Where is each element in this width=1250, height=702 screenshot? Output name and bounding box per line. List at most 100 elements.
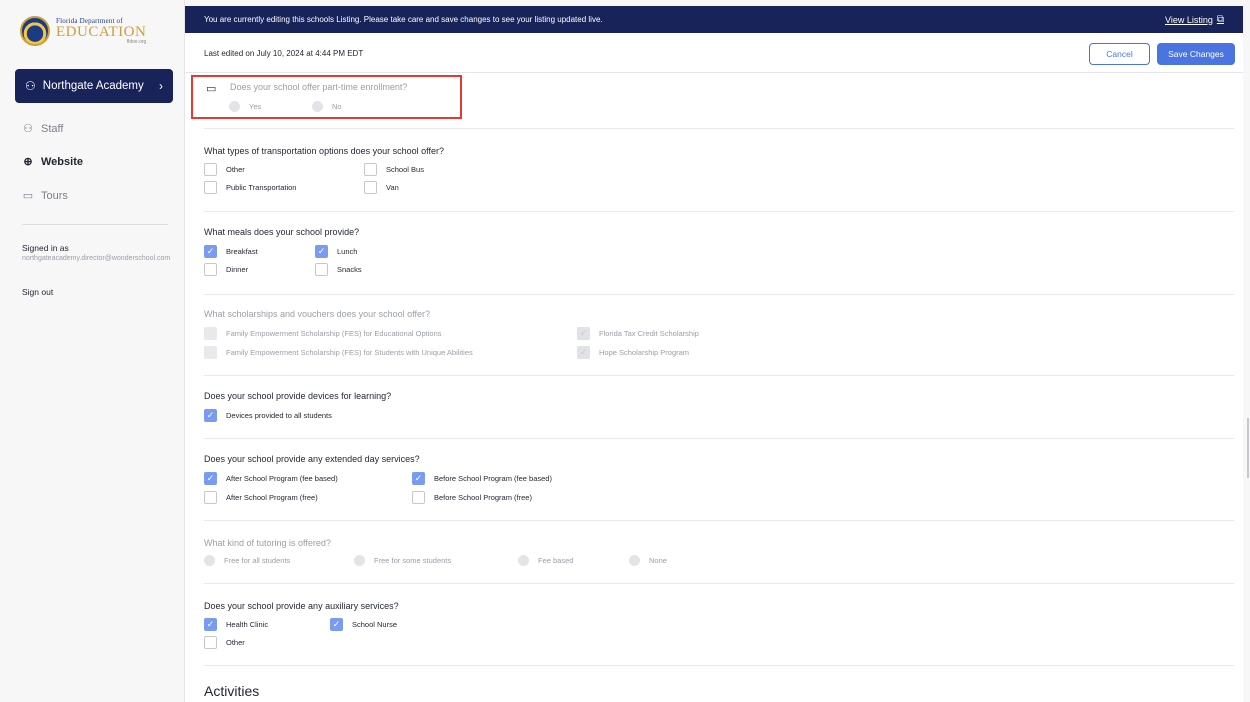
checkbox-option[interactable]: Family Empowerment Scholarship (FES) for… bbox=[204, 346, 473, 359]
checkbox[interactable]: ✓ bbox=[577, 327, 590, 340]
question-label: What meals does your school provide? bbox=[204, 227, 360, 237]
checkbox[interactable] bbox=[204, 181, 217, 194]
checkbox-option[interactable]: ✓ Florida Tax Credit Scholarship bbox=[577, 327, 699, 340]
option-label: None bbox=[649, 556, 667, 565]
sidebar-item-staff[interactable]: ⚇ Staff bbox=[22, 122, 64, 136]
checkbox[interactable]: ✓ bbox=[204, 409, 217, 422]
meals-section: What meals does your school provide? ✓ B… bbox=[204, 227, 1234, 276]
divider bbox=[204, 520, 1234, 521]
banner-message: You are currently editing this schools L… bbox=[204, 15, 603, 24]
checkbox[interactable]: ✓ bbox=[412, 472, 425, 485]
checkbox[interactable] bbox=[204, 263, 217, 276]
external-link-icon: ⧉ bbox=[1216, 14, 1224, 25]
option-label: School Bus bbox=[386, 165, 424, 174]
extended-day-section: Does your school provide any extended da… bbox=[204, 454, 1234, 504]
chevron-right-icon: › bbox=[159, 79, 163, 93]
checkbox[interactable] bbox=[204, 636, 217, 649]
radio-option[interactable]: Free for some students bbox=[354, 555, 451, 566]
checkbox-option[interactable]: ✓ After School Program (fee based) bbox=[204, 472, 338, 485]
checkbox[interactable] bbox=[412, 491, 425, 504]
checkbox-option[interactable]: Public Transportation bbox=[204, 181, 296, 194]
radio-button[interactable] bbox=[204, 555, 215, 566]
sidebar-item-label: Tours bbox=[41, 189, 68, 202]
checkbox-option[interactable]: ✓ School Nurse bbox=[330, 618, 397, 631]
checkbox-option[interactable]: ✓ Health Clinic bbox=[204, 618, 268, 631]
edit-bar: Last edited on July 10, 2024 at 4:44 PM … bbox=[185, 33, 1243, 73]
checkbox[interactable] bbox=[364, 181, 377, 194]
checkbox[interactable]: ✓ bbox=[204, 245, 217, 258]
save-changes-button[interactable]: Save Changes bbox=[1157, 43, 1235, 65]
option-label: Before School Program (fee based) bbox=[434, 474, 552, 483]
checkbox-option[interactable]: ✓ Devices provided to all students bbox=[204, 409, 332, 422]
cancel-button[interactable]: Cancel bbox=[1089, 43, 1150, 65]
school-name: Northgate Academy bbox=[42, 80, 144, 92]
option-label: Dinner bbox=[226, 265, 249, 274]
option-label: Health Clinic bbox=[226, 620, 269, 629]
question-label: Does your school provide devices for lea… bbox=[204, 391, 392, 401]
option-label: Devices provided to all students bbox=[226, 411, 332, 420]
checkbox[interactable] bbox=[204, 327, 217, 340]
checkbox[interactable]: ✓ bbox=[577, 346, 590, 359]
checkbox-option[interactable]: ✓ Before School Program (fee based) bbox=[412, 472, 552, 485]
radio-option[interactable]: Free for all students bbox=[204, 555, 290, 566]
option-label: Free for all students bbox=[224, 556, 291, 565]
option-label: Free for some students bbox=[374, 556, 452, 565]
checkbox-option[interactable]: ✓ Breakfast bbox=[204, 245, 258, 258]
user-icon: ⚇ bbox=[25, 79, 36, 93]
option-label: Van bbox=[386, 183, 399, 192]
signed-in-label: Signed in as bbox=[22, 243, 69, 253]
checkbox-option[interactable]: ✓ Lunch bbox=[315, 245, 357, 258]
checkbox-option[interactable]: Dinner bbox=[204, 263, 248, 276]
question-label: What scholarships and vouchers does your… bbox=[204, 309, 430, 319]
sidebar-item-label: Staff bbox=[41, 122, 64, 135]
sidebar-item-label: Website bbox=[41, 155, 83, 168]
checkbox-option[interactable]: School Bus bbox=[364, 163, 424, 176]
last-edited-text: Last edited on July 10, 2024 at 4:44 PM … bbox=[204, 49, 364, 58]
scrollbar-thumb[interactable] bbox=[1247, 418, 1249, 478]
checkbox-option[interactable]: Van bbox=[364, 181, 399, 194]
checkbox-option[interactable]: Other bbox=[204, 636, 245, 649]
checkbox-option[interactable]: Before School Program (free) bbox=[412, 491, 532, 504]
checkbox[interactable]: ✓ bbox=[330, 618, 343, 631]
divider bbox=[204, 583, 1234, 584]
option-label: School Nurse bbox=[352, 620, 398, 629]
radio-button[interactable] bbox=[629, 555, 640, 566]
state-seal-icon bbox=[20, 16, 50, 46]
option-label: Other bbox=[226, 638, 245, 647]
radio-option[interactable]: Fee based bbox=[518, 555, 573, 566]
option-label: Snacks bbox=[337, 265, 362, 274]
checkbox-option[interactable]: Other bbox=[204, 163, 245, 176]
checkbox[interactable] bbox=[364, 163, 377, 176]
checkbox[interactable] bbox=[315, 263, 328, 276]
checkbox-option[interactable]: ✓ Hope Scholarship Program bbox=[577, 346, 689, 359]
view-listing-link[interactable]: View Listing ⧉ bbox=[1165, 14, 1224, 25]
radio-option[interactable]: None bbox=[629, 555, 667, 566]
sidebar-item-tours[interactable]: ▭ Tours bbox=[22, 189, 68, 203]
checkbox[interactable] bbox=[204, 346, 217, 359]
divider bbox=[204, 211, 1234, 212]
divider bbox=[204, 375, 1234, 376]
option-label: Before School Program (free) bbox=[434, 493, 532, 502]
radio-button[interactable] bbox=[354, 555, 365, 566]
question-label: What kind of tutoring is offered? bbox=[204, 538, 331, 548]
option-label: Public Transportation bbox=[226, 183, 297, 192]
checkbox-option[interactable]: Family Empowerment Scholarship (FES) for… bbox=[204, 327, 442, 340]
checkbox[interactable]: ✓ bbox=[204, 618, 217, 631]
logo-main-text: EDUCATION bbox=[56, 23, 147, 40]
divider bbox=[204, 438, 1234, 439]
checkbox[interactable]: ✓ bbox=[315, 245, 328, 258]
question-label: Does your school provide any auxiliary s… bbox=[204, 601, 399, 611]
radio-button[interactable] bbox=[518, 555, 529, 566]
checkbox[interactable] bbox=[204, 163, 217, 176]
checkbox-option[interactable]: Snacks bbox=[315, 263, 362, 276]
sidebar-divider bbox=[22, 224, 168, 225]
checkbox[interactable]: ✓ bbox=[204, 472, 217, 485]
sidebar-item-website[interactable]: ⊕ Website bbox=[22, 155, 83, 169]
fldoe-logo[interactable]: Florida Department of EDUCATION fldoe.or… bbox=[20, 14, 170, 48]
school-selector-button[interactable]: ⚇ Northgate Academy › bbox=[15, 69, 173, 103]
checkbox[interactable] bbox=[204, 491, 217, 504]
transportation-section: What types of transportation options doe… bbox=[204, 146, 1234, 194]
checkbox-option[interactable]: After School Program (free) bbox=[204, 491, 318, 504]
sign-out-link[interactable]: Sign out bbox=[22, 287, 53, 297]
divider bbox=[204, 294, 1234, 295]
